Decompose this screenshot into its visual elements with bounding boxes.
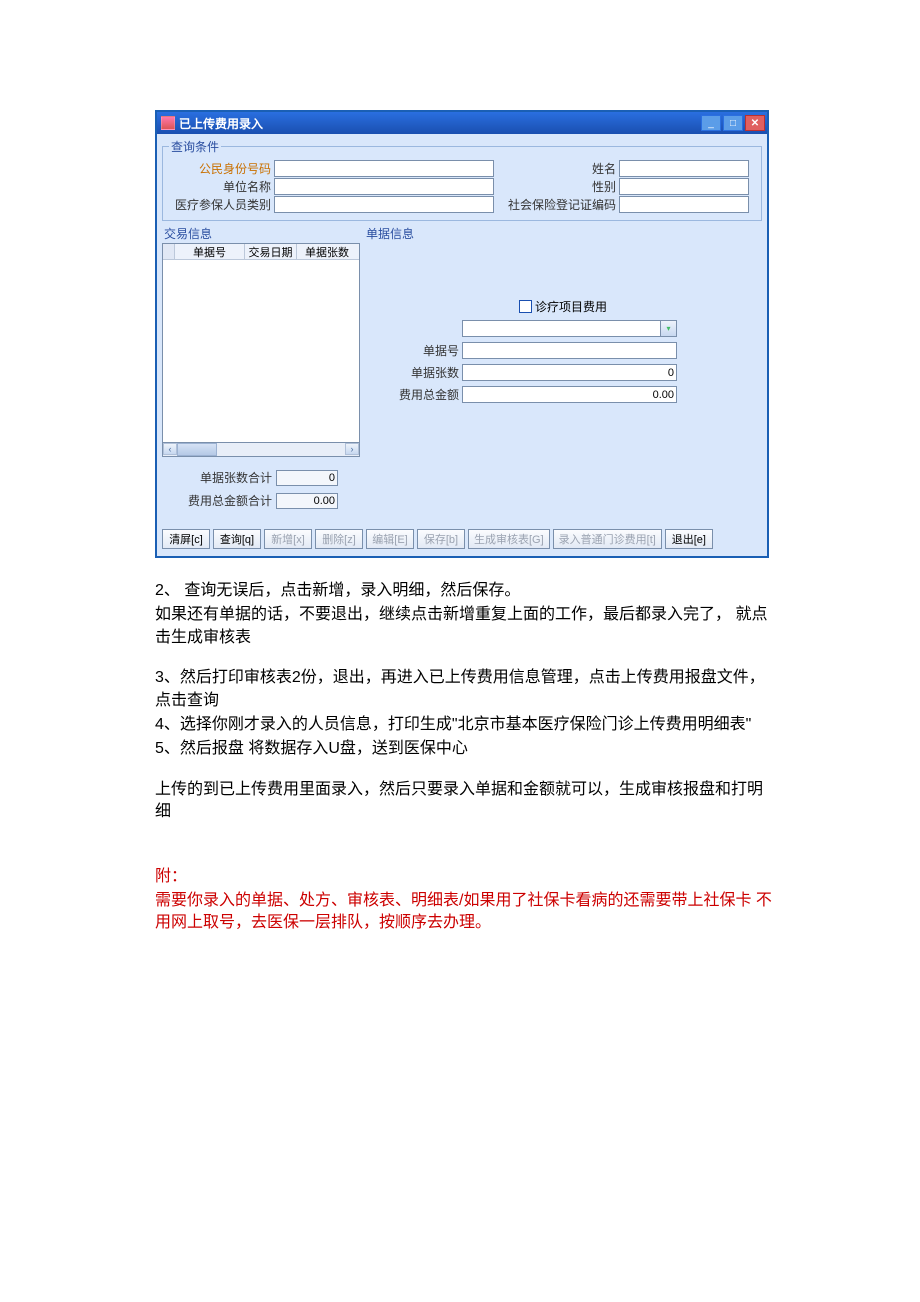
sum-amount-label: 费用总金额合计 bbox=[162, 492, 276, 509]
doc-line: 5、然后报盘 将数据存入U盘，送到医保中心 bbox=[155, 738, 775, 760]
query-button[interactable]: 查询[q] bbox=[213, 529, 261, 549]
sum-count-label: 单据张数合计 bbox=[162, 469, 276, 486]
doc-attach-label: 附： bbox=[155, 866, 775, 888]
doc-attach-text: 需要你录入的单据、处方、审核表、明细表/如果用了社保卡看病的还需要带上社保卡 不… bbox=[155, 890, 775, 935]
save-button[interactable]: 保存[b] bbox=[417, 529, 465, 549]
grid-corner bbox=[163, 244, 175, 259]
close-button[interactable]: ✕ bbox=[745, 115, 765, 131]
document-text: 2、 查询无误后，点击新增，录入明细，然后保存。 如果还有单据的话，不要退出，继… bbox=[155, 580, 775, 935]
app-icon bbox=[161, 116, 175, 130]
scroll-thumb[interactable] bbox=[177, 443, 217, 456]
bill-count-input[interactable]: 0 bbox=[462, 364, 677, 381]
grid-hscrollbar[interactable]: ‹ › bbox=[162, 443, 360, 457]
window-title: 已上传费用录入 bbox=[179, 115, 701, 132]
doc-line: 4、选择你刚才录入的人员信息，打印生成"北京市基本医疗保险门诊上传费用明细表" bbox=[155, 714, 775, 736]
unit-input[interactable] bbox=[274, 178, 494, 195]
gender-label: 性别 bbox=[494, 178, 619, 195]
doc-line: 3、然后打印审核表2份，退出，再进入已上传费用信息管理，点击上传费用报盘文件，点… bbox=[155, 667, 775, 712]
sum-count-value: 0 bbox=[276, 470, 338, 486]
id-input[interactable] bbox=[274, 160, 494, 177]
total-input[interactable]: 0.00 bbox=[462, 386, 677, 403]
normal-button[interactable]: 录入普通门诊费用[t] bbox=[553, 529, 662, 549]
col-date: 交易日期 bbox=[245, 244, 297, 259]
bill-count-label: 单据张数 bbox=[364, 364, 462, 381]
sum-amount-value: 0.00 bbox=[276, 493, 338, 509]
id-label: 公民身份号码 bbox=[169, 160, 274, 177]
scroll-track[interactable] bbox=[177, 443, 345, 456]
button-bar: 清屏[c] 查询[q] 新增[x] 删除[z] 编辑[E] 保存[b] 生成审核… bbox=[162, 527, 762, 551]
name-input[interactable] bbox=[619, 160, 749, 177]
col-count: 单据张数 bbox=[297, 244, 357, 259]
gen-button[interactable]: 生成审核表[G] bbox=[468, 529, 550, 549]
treat-fee-checkbox[interactable] bbox=[519, 300, 532, 313]
doc-line: 如果还有单据的话，不要退出，继续点击新增重复上面的工作，最后都录入完了， 就点击… bbox=[155, 604, 775, 649]
title-bar: 已上传费用录入 _ □ ✕ bbox=[157, 112, 767, 134]
col-bill-no: 单据号 bbox=[175, 244, 245, 259]
total-label: 费用总金额 bbox=[364, 386, 462, 403]
ssn-input[interactable] bbox=[619, 196, 749, 213]
grid-header: 单据号 交易日期 单据张数 bbox=[163, 244, 359, 260]
query-groupbox: 查询条件 公民身份号码 姓名 单位名称 性别 医疗参保人员类别 社会保险登记证编 bbox=[162, 138, 762, 221]
scroll-right-button[interactable]: › bbox=[345, 443, 359, 455]
app-window: 已上传费用录入 _ □ ✕ 查询条件 公民身份号码 姓名 单位名称 bbox=[155, 110, 769, 558]
treat-fee-label: 诊疗项目费用 bbox=[535, 298, 607, 315]
doc-line: 上传的到已上传费用里面录入，然后只要录入单据和金额就可以，生成审核报盘和打明细 bbox=[155, 779, 775, 824]
trans-header: 交易信息 bbox=[164, 225, 360, 242]
category-dropdown[interactable]: ▾ bbox=[462, 320, 677, 337]
ssn-label: 社会保险登记证编码 bbox=[494, 196, 619, 213]
chevron-down-icon: ▾ bbox=[660, 321, 676, 336]
query-legend: 查询条件 bbox=[169, 138, 221, 155]
maximize-button[interactable]: □ bbox=[723, 115, 743, 131]
insured-type-label: 医疗参保人员类别 bbox=[169, 196, 274, 213]
insured-type-input[interactable] bbox=[274, 196, 494, 213]
bill-header: 单据信息 bbox=[366, 225, 762, 242]
gender-input[interactable] bbox=[619, 178, 749, 195]
bill-no-label: 单据号 bbox=[364, 342, 462, 359]
minimize-button[interactable]: _ bbox=[701, 115, 721, 131]
edit-button[interactable]: 编辑[E] bbox=[366, 529, 414, 549]
exit-button[interactable]: 退出[e] bbox=[665, 529, 713, 549]
doc-line: 2、 查询无误后，点击新增，录入明细，然后保存。 bbox=[155, 580, 775, 602]
unit-label: 单位名称 bbox=[169, 178, 274, 195]
clear-button[interactable]: 清屏[c] bbox=[162, 529, 210, 549]
new-button[interactable]: 新增[x] bbox=[264, 529, 312, 549]
delete-button[interactable]: 删除[z] bbox=[315, 529, 363, 549]
trans-grid[interactable]: 单据号 交易日期 单据张数 bbox=[162, 243, 360, 443]
bill-no-input[interactable] bbox=[462, 342, 677, 359]
name-label: 姓名 bbox=[494, 160, 619, 177]
scroll-left-button[interactable]: ‹ bbox=[163, 443, 177, 455]
